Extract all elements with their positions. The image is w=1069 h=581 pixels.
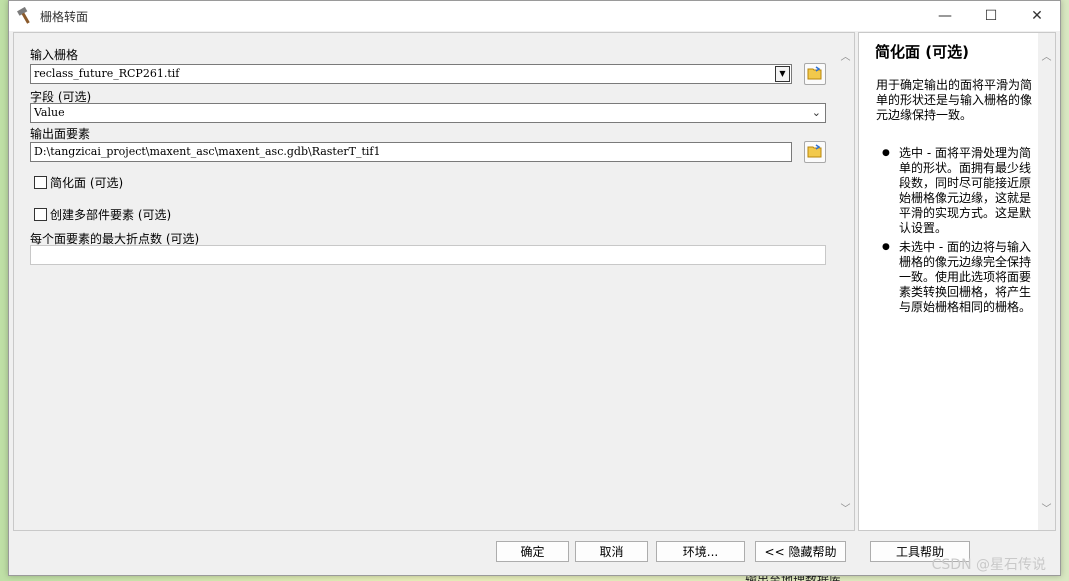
scroll-up-icon[interactable]: ︿ bbox=[1038, 47, 1055, 64]
input-raster-combobox[interactable]: reclass_future_RCP261.tif ▼ bbox=[30, 64, 792, 84]
environments-button[interactable]: 环境... bbox=[656, 541, 745, 562]
input-raster-browse-button[interactable] bbox=[804, 63, 826, 85]
form-scrollbar[interactable]: ︿ ﹀ bbox=[837, 33, 854, 530]
field-value: Value bbox=[34, 106, 65, 119]
max-vertices-input[interactable] bbox=[30, 245, 826, 265]
close-button[interactable]: ✕ bbox=[1014, 1, 1060, 31]
scroll-down-icon[interactable]: ﹀ bbox=[837, 499, 854, 516]
title-bar: 栅格转面 — ☐ ✕ bbox=[9, 1, 1060, 31]
scroll-down-icon[interactable]: ﹀ bbox=[1038, 499, 1055, 516]
output-value: D:\tangzicai_project\maxent_asc\maxent_a… bbox=[34, 145, 381, 158]
maximize-icon: ☐ bbox=[984, 8, 998, 24]
parameters-panel: 输入栅格 reclass_future_RCP261.tif ▼ 字段 (可选)… bbox=[13, 32, 855, 531]
scroll-up-icon[interactable]: ︿ bbox=[837, 47, 854, 64]
minimize-button[interactable]: — bbox=[922, 1, 968, 31]
hammer-icon bbox=[16, 6, 34, 25]
hide-help-button[interactable]: << 隐藏帮助 bbox=[755, 541, 846, 562]
minimize-icon: — bbox=[938, 8, 952, 24]
help-list: 选中 - 面将平滑处理为简单的形状。面拥有最少线段数，同时尽可能接近原始栅格像元… bbox=[882, 146, 1039, 319]
window-title: 栅格转面 bbox=[40, 9, 89, 24]
help-item-checked: 选中 - 面将平滑处理为简单的形状。面拥有最少线段数，同时尽可能接近原始栅格像元… bbox=[882, 146, 1039, 236]
output-feature-input[interactable]: D:\tangzicai_project\maxent_asc\maxent_a… bbox=[30, 142, 792, 162]
multipart-checkbox[interactable] bbox=[34, 208, 47, 221]
close-icon: ✕ bbox=[1031, 8, 1043, 24]
help-title: 简化面 (可选) bbox=[875, 43, 969, 61]
help-description: 用于确定输出的面将平滑为简单的形状还是与输入栅格的像元边缘保持一致。 bbox=[876, 78, 1033, 122]
field-select[interactable]: Value ⌄ bbox=[30, 103, 826, 123]
raster-to-polygon-dialog: 栅格转面 — ☐ ✕ 输入栅格 reclass_future_RCP261.ti… bbox=[8, 0, 1061, 576]
ok-button[interactable]: 确定 bbox=[496, 541, 569, 562]
chevron-down-icon: ⌄ bbox=[811, 106, 821, 119]
cancel-button[interactable]: 取消 bbox=[575, 541, 648, 562]
open-folder-icon bbox=[807, 65, 823, 83]
input-raster-value: reclass_future_RCP261.tif bbox=[34, 67, 180, 80]
multipart-label: 创建多部件要素 (可选) bbox=[50, 208, 172, 222]
simplify-option[interactable]: 简化面 (可选) bbox=[34, 174, 123, 191]
watermark: CSDN @星石传说 bbox=[931, 557, 1046, 573]
input-raster-label: 输入栅格 bbox=[30, 48, 79, 62]
simplify-label: 简化面 (可选) bbox=[50, 176, 124, 190]
maximize-button[interactable]: ☐ bbox=[968, 1, 1014, 31]
output-label: 输出面要素 bbox=[30, 127, 91, 141]
help-panel: 简化面 (可选) 用于确定输出的面将平滑为简单的形状还是与输入栅格的像元边缘保持… bbox=[858, 32, 1056, 531]
help-item-unchecked: 未选中 - 面的边将与输入栅格的像元边缘完全保持一致。使用此选项将面要素类转换回… bbox=[882, 240, 1039, 315]
multipart-option[interactable]: 创建多部件要素 (可选) bbox=[34, 206, 171, 223]
help-scrollbar[interactable]: ︿ ﹀ bbox=[1038, 33, 1055, 530]
open-folder-icon bbox=[807, 143, 823, 161]
simplify-checkbox[interactable] bbox=[34, 176, 47, 189]
output-browse-button[interactable] bbox=[804, 141, 826, 163]
dropdown-arrow-icon[interactable]: ▼ bbox=[775, 66, 790, 82]
